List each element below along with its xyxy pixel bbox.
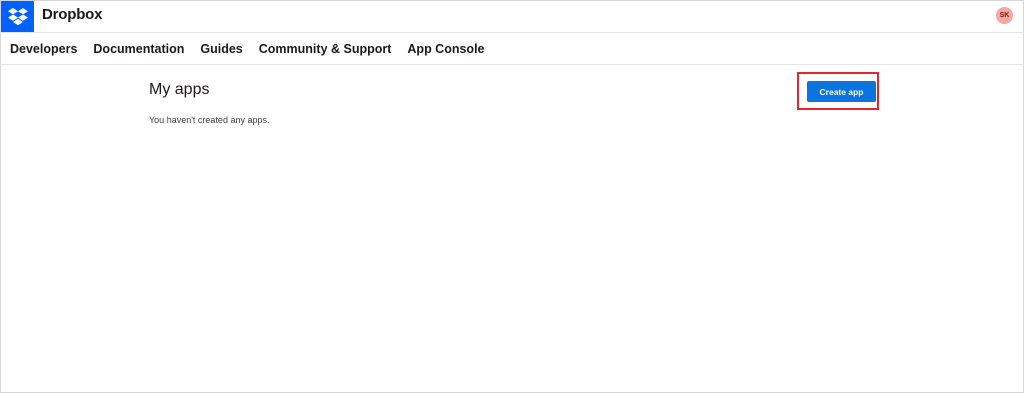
- dropbox-logo-glyph: [7, 7, 28, 25]
- page-title: My apps: [149, 81, 210, 98]
- create-app-button[interactable]: Create app: [807, 81, 876, 102]
- top-bar: Dropbox SK: [1, 1, 1023, 33]
- nav-item-developers[interactable]: Developers: [10, 42, 77, 56]
- nav-item-app-console[interactable]: App Console: [407, 42, 484, 56]
- avatar[interactable]: SK: [996, 7, 1013, 24]
- nav-item-documentation[interactable]: Documentation: [93, 42, 184, 56]
- app-window: Dropbox SK Developers Documentation Guid…: [0, 0, 1024, 393]
- empty-state-message: You haven't created any apps.: [149, 115, 270, 125]
- main-nav: Developers Documentation Guides Communit…: [1, 33, 1023, 65]
- dropbox-logo-icon[interactable]: [1, 1, 34, 32]
- nav-item-community-support[interactable]: Community & Support: [259, 42, 392, 56]
- brand-name[interactable]: Dropbox: [42, 6, 102, 23]
- nav-item-guides[interactable]: Guides: [200, 42, 242, 56]
- main-content: My apps You haven't created any apps. Cr…: [1, 65, 1023, 391]
